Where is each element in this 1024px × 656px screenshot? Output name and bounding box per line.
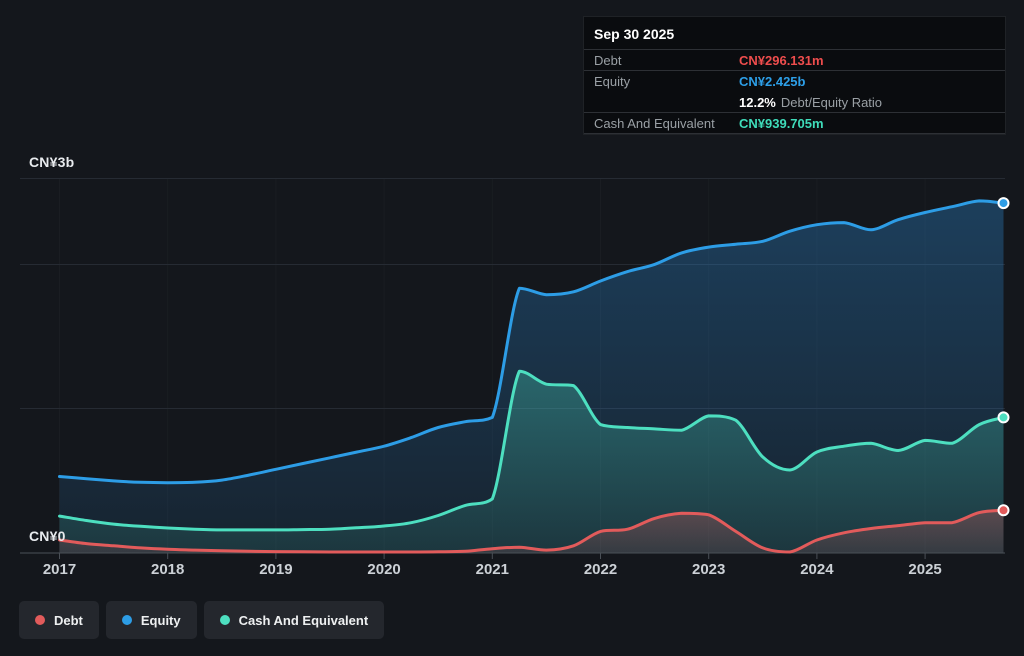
legend-item-cash[interactable]: Cash And Equivalent <box>204 601 385 639</box>
x-tick-label-2020: 2020 <box>349 561 419 578</box>
tooltip-cash-row: Cash And Equivalent CN¥939.705m <box>584 113 1005 134</box>
x-tick-label-2019: 2019 <box>241 561 311 578</box>
tooltip-debt-value: CN¥296.131m <box>739 53 824 68</box>
x-tick-label-2023: 2023 <box>674 561 744 578</box>
cash-end-marker[interactable] <box>999 412 1009 422</box>
legend-debt-label: Debt <box>54 613 83 628</box>
chart-page: CN¥3b CN¥0 2017 2018 2019 2020 2021 2022… <box>0 0 1024 656</box>
tooltip-ratio-label: Debt/Equity Ratio <box>781 95 882 110</box>
x-tick-label-2024: 2024 <box>782 561 852 578</box>
tooltip-date: Sep 30 2025 <box>584 17 1005 50</box>
y-axis-max-label: CN¥3b <box>29 154 74 170</box>
legend: Debt Equity Cash And Equivalent <box>19 601 384 639</box>
y-axis-zero-label: CN¥0 <box>29 528 66 544</box>
debt-dot-icon <box>35 615 45 625</box>
tooltip-debt-label: Debt <box>594 53 739 68</box>
cash-dot-icon <box>220 615 230 625</box>
debt-end-marker[interactable] <box>999 505 1009 515</box>
x-tick-label-2025: 2025 <box>890 561 960 578</box>
x-tick-label-2021: 2021 <box>457 561 527 578</box>
x-tick-label-2017: 2017 <box>25 561 95 578</box>
tooltip-equity-label: Equity <box>594 74 739 89</box>
legend-item-debt[interactable]: Debt <box>19 601 99 639</box>
tooltip-cash-value: CN¥939.705m <box>739 116 824 131</box>
tooltip-ratio-row: 12.2% Debt/Equity Ratio <box>584 92 1005 113</box>
legend-item-equity[interactable]: Equity <box>106 601 197 639</box>
equity-dot-icon <box>122 615 132 625</box>
tooltip: Sep 30 2025 Debt CN¥296.131m Equity CN¥2… <box>583 16 1006 135</box>
tooltip-ratio-value: 12.2% <box>739 95 776 110</box>
x-tick-label-2018: 2018 <box>133 561 203 578</box>
legend-cash-label: Cash And Equivalent <box>239 613 369 628</box>
x-tick-label-2022: 2022 <box>566 561 636 578</box>
tooltip-debt-row: Debt CN¥296.131m <box>584 50 1005 71</box>
tooltip-cash-label: Cash And Equivalent <box>594 116 739 131</box>
legend-equity-label: Equity <box>141 613 181 628</box>
tooltip-equity-row: Equity CN¥2.425b <box>584 71 1005 92</box>
tooltip-equity-value: CN¥2.425b <box>739 74 805 89</box>
equity-end-marker[interactable] <box>999 198 1009 208</box>
